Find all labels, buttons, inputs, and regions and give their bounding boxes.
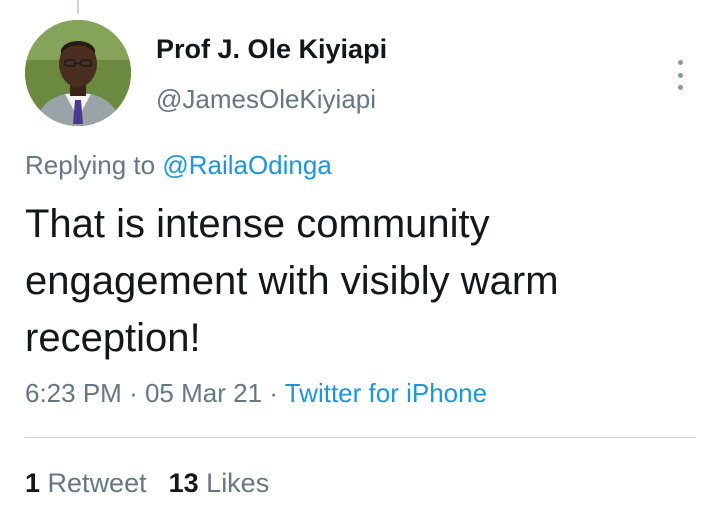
replying-to-line: Replying to @RailaOdinga <box>25 150 332 181</box>
tweet-text: That is intense community engagement wit… <box>25 202 559 360</box>
more-dot <box>677 85 683 90</box>
more-dot <box>677 60 683 65</box>
meta-separator: · <box>269 378 278 408</box>
tweet-date[interactable]: 05 Mar 21 <box>145 378 262 408</box>
meta-separator: · <box>129 378 138 408</box>
likes-label: Likes <box>206 468 270 498</box>
more-dot <box>677 72 683 78</box>
tweet-meta: 6:23 PM · 05 Mar 21 · Twitter for iPhone <box>25 378 487 409</box>
retweets-label: Retweet <box>47 468 147 498</box>
retweets-stat[interactable]: 1 Retweet <box>25 468 147 498</box>
retweets-count: 1 <box>25 468 41 498</box>
author-display-name[interactable]: Prof J. Ole Kiyiapi <box>156 34 387 65</box>
tweet-stats: 1 Retweet 13 Likes <box>25 468 291 499</box>
thread-connector-line <box>77 0 79 14</box>
avatar[interactable] <box>25 20 131 126</box>
tweet-time[interactable]: 6:23 PM <box>25 378 122 408</box>
avatar-photo <box>25 20 131 126</box>
divider <box>25 437 696 438</box>
replying-to-prefix: Replying to <box>25 150 163 180</box>
more-vertical-icon[interactable] <box>670 60 690 90</box>
likes-stat[interactable]: 13 Likes <box>169 468 270 498</box>
author-handle[interactable]: @JamesOleKiyiapi <box>156 84 376 115</box>
tweet-source-link[interactable]: Twitter for iPhone <box>285 378 487 408</box>
replying-to-mention-link[interactable]: @RailaOdinga <box>162 150 331 180</box>
likes-count: 13 <box>168 468 199 498</box>
